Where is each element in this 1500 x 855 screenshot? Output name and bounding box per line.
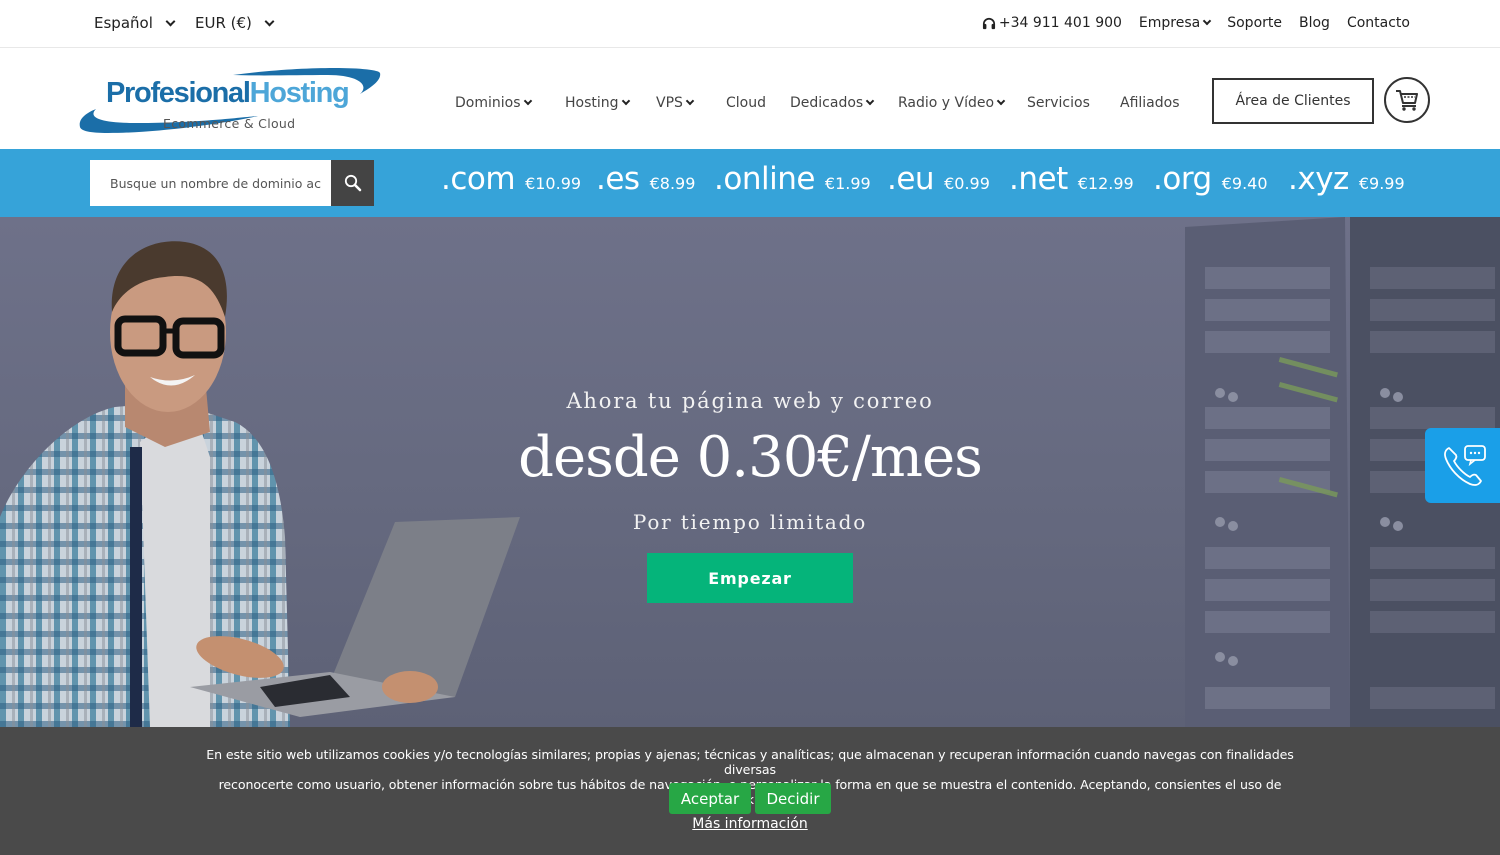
main-header: ProfesionalHosting Ecommerce & Cloud Dom… xyxy=(0,49,1500,149)
hero-subtitle: Ahora tu página web y correo xyxy=(566,389,934,413)
tld-com[interactable]: .com €10.99 xyxy=(441,161,581,197)
domain-search-input[interactable] xyxy=(90,160,332,206)
currency-label: EUR (€) xyxy=(195,14,252,32)
shopping-cart-icon xyxy=(1396,90,1418,111)
currency-selector[interactable]: EUR (€) xyxy=(195,14,275,32)
nav-item-dominios[interactable]: Dominios xyxy=(455,95,532,111)
tld-online[interactable]: .online €1.99 xyxy=(714,161,871,197)
chevron-down-icon xyxy=(523,96,532,106)
logo[interactable]: ProfesionalHosting Ecommerce & Cloud xyxy=(78,61,383,133)
contact-float-button[interactable] xyxy=(1425,428,1500,503)
hero-limited-offer: Por tiempo limitado xyxy=(632,510,868,534)
language-label: Español xyxy=(94,14,153,32)
topbar-link-contacto[interactable]: Contacto xyxy=(1347,15,1410,31)
client-area-button[interactable]: Área de Clientes xyxy=(1212,78,1374,124)
tld-org[interactable]: .org €9.40 xyxy=(1153,161,1268,197)
nav-item-servicios[interactable]: Servicios xyxy=(1027,95,1090,111)
decide-cookies-button[interactable]: Decidir xyxy=(755,783,831,814)
phone-number: +34 911 401 900 xyxy=(998,15,1122,31)
headset-icon xyxy=(982,17,995,29)
chevron-down-icon xyxy=(685,96,695,106)
language-selector[interactable]: Español xyxy=(94,14,176,32)
nav-item-cloud[interactable]: Cloud xyxy=(726,95,766,111)
nav-item-afiliados[interactable]: Afiliados xyxy=(1120,95,1180,111)
top-bar: Español EUR (€) +34 911 401 900 Empresa … xyxy=(0,0,1500,48)
chevron-down-icon xyxy=(621,96,630,106)
more-info-link[interactable]: Más información xyxy=(0,816,1500,832)
search-icon xyxy=(344,174,361,192)
tld-xyz[interactable]: .xyz €9.99 xyxy=(1288,161,1405,197)
chevron-down-icon xyxy=(264,16,275,26)
tld-es[interactable]: .es €8.99 xyxy=(596,161,695,197)
phone-chat-icon xyxy=(1444,444,1486,486)
cookie-banner: En este sitio web utilizamos cookies y/o… xyxy=(0,727,1500,855)
topbar-link-blog[interactable]: Blog xyxy=(1299,15,1330,31)
chevron-down-icon xyxy=(865,96,875,106)
topbar-link-empresa[interactable]: Empresa xyxy=(1139,15,1212,31)
logo-text: ProfesionalHosting xyxy=(106,77,350,109)
topbar-link-soporte[interactable]: Soporte xyxy=(1227,15,1282,31)
nav-item-hosting[interactable]: Hosting xyxy=(565,95,630,111)
tld-net[interactable]: .net €12.99 xyxy=(1009,161,1134,197)
domain-search-button[interactable] xyxy=(331,160,374,206)
domain-search-bar: .com€10.99 .es€8.99 .online€1.99 .eu€0.9… xyxy=(0,149,1500,217)
chevron-down-icon xyxy=(996,96,1006,106)
tld-eu[interactable]: .eu €0.99 xyxy=(887,161,990,197)
accept-cookies-button[interactable]: Aceptar xyxy=(669,783,751,814)
chevron-down-icon xyxy=(1202,16,1212,26)
start-button[interactable]: Empezar xyxy=(647,553,853,603)
cart-button[interactable] xyxy=(1384,77,1430,123)
hero-banner: Ahora tu página web y correo desde 0.30€… xyxy=(0,217,1500,727)
phone-link[interactable]: +34 911 401 900 xyxy=(982,15,1122,31)
nav-item-dedicados[interactable]: Dedicados xyxy=(790,95,875,111)
hero-title: desde 0.30€/mes xyxy=(518,425,983,490)
chevron-down-icon xyxy=(165,16,176,26)
nav-item-vps[interactable]: VPS xyxy=(656,95,695,111)
logo-tagline: Ecommerce & Cloud xyxy=(163,116,296,131)
nav-item-radio-video[interactable]: Radio y Vídeo xyxy=(898,95,1006,111)
